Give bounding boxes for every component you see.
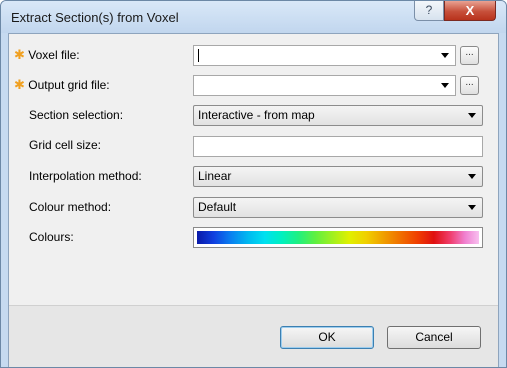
- interpolation-method-value: Linear: [198, 169, 232, 183]
- chevron-down-icon[interactable]: [441, 83, 449, 88]
- interpolation-method-dropdown[interactable]: Linear: [193, 166, 483, 187]
- colour-ramp-swatch: [197, 231, 479, 244]
- section-selection-value: Interactive - from map: [198, 108, 315, 122]
- dialog-content: ✱ Voxel file: ... ✱ Output grid file: ..…: [8, 33, 499, 367]
- output-grid-file-label: Output grid file:: [28, 78, 110, 92]
- output-grid-file-browse-button[interactable]: ...: [460, 76, 479, 95]
- section-selection-dropdown[interactable]: Interactive - from map: [193, 105, 483, 126]
- close-button[interactable]: X: [444, 1, 496, 21]
- output-grid-file-combobox[interactable]: [193, 75, 456, 96]
- grid-cell-size-input[interactable]: [193, 136, 483, 157]
- ok-button[interactable]: OK: [280, 326, 374, 349]
- colour-method-dropdown[interactable]: Default: [193, 197, 483, 218]
- text-caret: [198, 49, 199, 62]
- colours-label: Colours:: [29, 230, 74, 244]
- cancel-button[interactable]: Cancel: [387, 326, 481, 349]
- chevron-down-icon[interactable]: [441, 53, 449, 58]
- voxel-file-label: Voxel file:: [28, 48, 80, 62]
- help-button[interactable]: ?: [414, 1, 444, 21]
- required-icon: ✱: [14, 77, 25, 92]
- voxel-file-combobox[interactable]: [193, 45, 456, 66]
- window-title: Extract Section(s) from Voxel: [11, 10, 179, 25]
- chevron-down-icon[interactable]: [468, 205, 476, 210]
- chevron-down-icon[interactable]: [468, 174, 476, 179]
- colour-method-label: Colour method:: [29, 200, 112, 214]
- chevron-down-icon[interactable]: [468, 113, 476, 118]
- interpolation-method-label: Interpolation method:: [29, 169, 142, 183]
- section-selection-label: Section selection:: [29, 108, 124, 122]
- colour-method-value: Default: [198, 200, 237, 214]
- title-bar[interactable]: Extract Section(s) from Voxel ? X: [1, 1, 506, 33]
- voxel-file-label-row: ✱ Voxel file:: [14, 47, 80, 63]
- dialog-window: Extract Section(s) from Voxel ? X ✱ Voxe…: [0, 0, 507, 368]
- output-grid-label-row: ✱ Output grid file:: [14, 77, 110, 93]
- required-icon: ✱: [14, 47, 25, 62]
- voxel-file-browse-button[interactable]: ...: [460, 46, 479, 65]
- dialog-footer: OK Cancel: [9, 305, 498, 367]
- colour-ramp-picker[interactable]: [193, 227, 483, 248]
- grid-cell-size-label: Grid cell size:: [29, 138, 102, 152]
